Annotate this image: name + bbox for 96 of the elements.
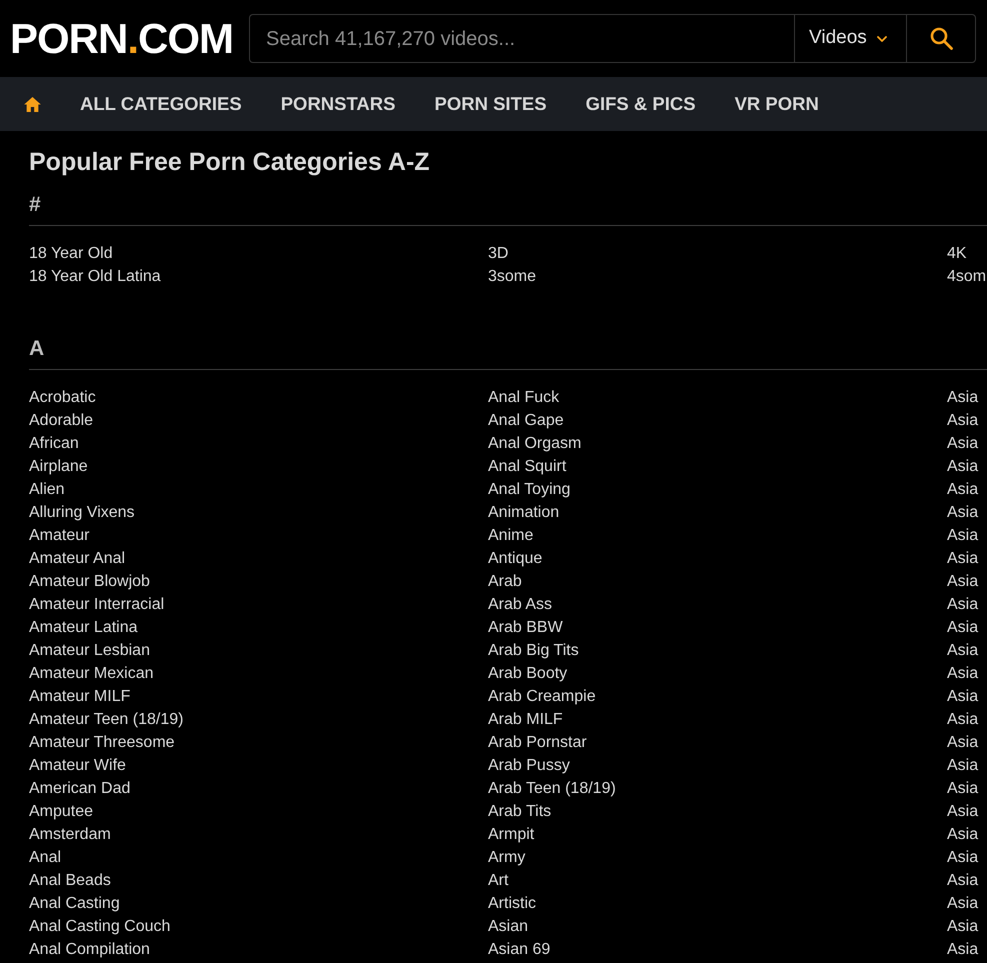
category-link[interactable]: Amateur Teen (18/19)	[29, 708, 184, 731]
category-link[interactable]: Asia	[947, 386, 978, 409]
category-link[interactable]: Army	[488, 846, 526, 869]
category-link[interactable]: Alluring Vixens	[29, 501, 135, 524]
category-link[interactable]: Amateur	[29, 524, 90, 547]
category-link[interactable]: Amateur MILF	[29, 685, 130, 708]
category-link[interactable]: Artistic	[488, 892, 536, 915]
category-link[interactable]: Asia	[947, 570, 978, 593]
category-link[interactable]: Anal	[29, 846, 62, 869]
category-link[interactable]: Anal Squirt	[488, 455, 566, 478]
category-link[interactable]: 3some	[488, 265, 536, 288]
category-link[interactable]: Asia	[947, 754, 978, 777]
category-link[interactable]: Asia	[947, 938, 978, 961]
category-link[interactable]: Asia	[947, 593, 978, 616]
category-link[interactable]: Adorable	[29, 409, 94, 432]
nav-link[interactable]: VR PORN	[734, 90, 819, 118]
category-link[interactable]: Airplane	[29, 455, 88, 478]
category-link[interactable]: Amateur Blowjob	[29, 570, 150, 593]
category-link[interactable]: Arab Pornstar	[488, 731, 587, 754]
category-link[interactable]: Amateur Latina	[29, 616, 138, 639]
category-link[interactable]: Anal Casting	[29, 892, 120, 915]
category-link[interactable]: Anal Toying	[488, 478, 570, 501]
category-link[interactable]: Asia	[947, 639, 978, 662]
category-link[interactable]: 18 Year Old Latina	[29, 265, 161, 288]
category-link[interactable]: Animation	[488, 501, 560, 524]
category-link[interactable]: Anal Compilation	[29, 938, 150, 961]
category-link[interactable]: Asia	[947, 846, 978, 869]
category-link[interactable]: Amateur Interracial	[29, 593, 164, 616]
category-link[interactable]: Asia	[947, 432, 978, 455]
home-icon[interactable]	[24, 96, 41, 112]
category-link[interactable]: 3D	[488, 242, 508, 265]
category-link[interactable]: Anal Beads	[29, 869, 111, 892]
section-heading: A	[29, 337, 44, 361]
category-link[interactable]: Arab MILF	[488, 708, 563, 731]
category-link[interactable]: Amateur Mexican	[29, 662, 154, 685]
category-link[interactable]: Asia	[947, 616, 978, 639]
category-link[interactable]: Asia	[947, 662, 978, 685]
search-field[interactable]: Search 41,167,270 videos...	[249, 14, 794, 63]
section-heading: #	[29, 193, 41, 217]
category-link[interactable]: American Dad	[29, 777, 130, 800]
nav-link[interactable]: PORN SITES	[434, 90, 547, 118]
category-link[interactable]: Arab Ass	[488, 593, 552, 616]
category-link[interactable]: Arab Big Tits	[488, 639, 579, 662]
category-link[interactable]: Asia	[947, 409, 978, 432]
category-link[interactable]: Asia	[947, 823, 978, 846]
category-link[interactable]: Arab Tits	[488, 800, 552, 823]
category-link[interactable]: Art	[488, 869, 508, 892]
category-link[interactable]: Asia	[947, 915, 978, 938]
category-link[interactable]: 4K	[947, 242, 967, 265]
category-link[interactable]: 4som	[947, 265, 986, 288]
category-link[interactable]: Arab Pussy	[488, 754, 570, 777]
category-link[interactable]: Asia	[947, 524, 978, 547]
category-link[interactable]: Amputee	[29, 800, 94, 823]
category-link[interactable]: Anal Orgasm	[488, 432, 582, 455]
category-link[interactable]: Arab	[488, 570, 522, 593]
category-link[interactable]: Asia	[947, 731, 978, 754]
category-link[interactable]: Amateur Wife	[29, 754, 126, 777]
category-link[interactable]: Asia	[947, 869, 978, 892]
category-link[interactable]: African	[29, 432, 79, 455]
category-link[interactable]: Amateur Lesbian	[29, 639, 150, 662]
page-title: Popular Free Porn Categories A-Z	[29, 147, 430, 178]
category-link[interactable]: Asian	[488, 915, 528, 938]
category-link[interactable]: Asia	[947, 455, 978, 478]
category-link[interactable]: Amateur Anal	[29, 547, 126, 570]
category-link[interactable]: Arab Teen (18/19)	[488, 777, 616, 800]
scope-dropdown[interactable]: Videos	[794, 14, 906, 63]
category-link[interactable]: Amateur Threesome	[29, 731, 175, 754]
category-link[interactable]: Asia	[947, 685, 978, 708]
search-button[interactable]	[906, 14, 976, 63]
nav-link[interactable]: ALL CATEGORIES	[80, 90, 242, 118]
category-link[interactable]: Arab BBW	[488, 616, 563, 639]
search-icon	[930, 27, 953, 50]
category-link[interactable]: Acrobatic	[29, 386, 96, 409]
category-link[interactable]: Asia	[947, 501, 978, 524]
category-link[interactable]: Alien	[29, 478, 65, 501]
chevron-down-icon	[876, 36, 887, 42]
category-link[interactable]: Asia	[947, 800, 978, 823]
category-link[interactable]: 18 Year Old	[29, 242, 113, 265]
category-link[interactable]: Asian 69	[488, 938, 550, 961]
category-link[interactable]: Anal Casting Couch	[29, 915, 170, 938]
category-link[interactable]: Anal Gape	[488, 409, 564, 432]
category-link[interactable]: Arab Booty	[488, 662, 568, 685]
category-link[interactable]: Asia	[947, 777, 978, 800]
category-link[interactable]: Asia	[947, 547, 978, 570]
category-link[interactable]: Antique	[488, 547, 542, 570]
category-link[interactable]: Arab Creampie	[488, 685, 596, 708]
nav-link[interactable]: GIFS & PICS	[586, 90, 696, 118]
category-link[interactable]: Armpit	[488, 823, 534, 846]
category-link[interactable]: Asia	[947, 892, 978, 915]
site-logo[interactable]: PORN.COM	[10, 18, 234, 60]
category-link[interactable]: Amsterdam	[29, 823, 111, 846]
nav-link[interactable]: PORNSTARS	[280, 90, 396, 118]
category-link[interactable]: Anal Fuck	[488, 386, 560, 409]
category-link[interactable]: Asia	[947, 478, 978, 501]
category-link[interactable]: Anime	[488, 524, 534, 547]
category-link[interactable]: Asia	[947, 708, 978, 731]
